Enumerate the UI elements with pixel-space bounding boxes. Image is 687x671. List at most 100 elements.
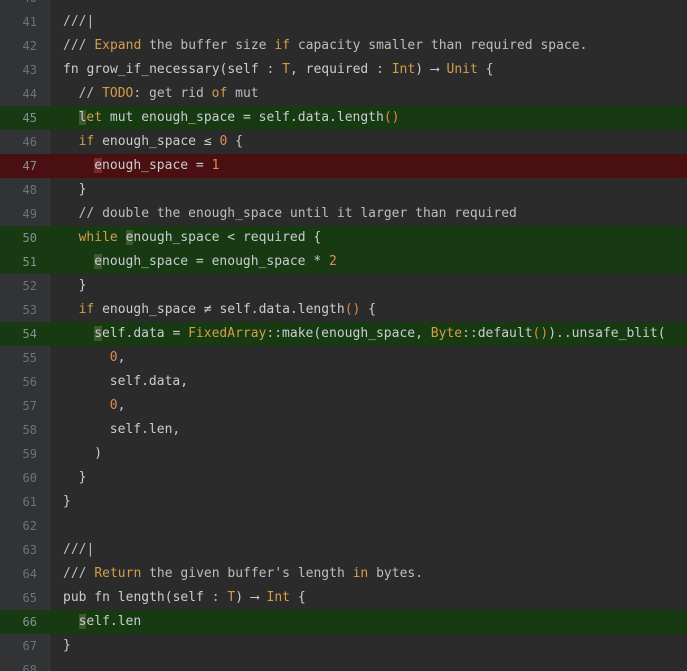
code-token: while bbox=[78, 230, 118, 245]
code-line[interactable]: 43 fn grow_if_necessary(self : T, require… bbox=[0, 58, 687, 82]
code-line[interactable]: 56 self.data, bbox=[0, 370, 687, 394]
code-token: 0 bbox=[109, 350, 118, 365]
code-line[interactable]: 50 while enough_space < required { bbox=[0, 226, 687, 250]
code-line[interactable]: 61} bbox=[0, 490, 687, 514]
code-token: enough_space ≠ self.data.length bbox=[94, 302, 345, 317]
line-number: 45 bbox=[0, 106, 49, 130]
code-token: the buffer size bbox=[141, 38, 275, 53]
line-number: 40 bbox=[0, 0, 49, 10]
code-diff-editor[interactable]: 40 41 ///| 42 /// Expand the buffer size if … bbox=[0, 0, 687, 671]
line-number: 58 bbox=[22, 423, 37, 437]
code-token: , required bbox=[289, 62, 377, 77]
code-text: /// Return the given buffer's length in … bbox=[49, 562, 423, 586]
code-line[interactable]: 49 // double the enough_space until it la… bbox=[0, 202, 687, 226]
line-number: 60 bbox=[22, 471, 37, 485]
code-token: ///| bbox=[63, 542, 95, 557]
code-line[interactable]: 57 0, bbox=[0, 394, 687, 418]
code-token: Expand bbox=[94, 38, 142, 53]
code-token: make(enough_space, bbox=[282, 326, 431, 341]
code-text: self.len, bbox=[49, 418, 180, 442]
code-line[interactable]: 48} bbox=[0, 178, 687, 202]
line-number: 67 bbox=[22, 639, 37, 653]
code-token: of bbox=[211, 86, 228, 101]
code-line[interactable]: 54 self.data = FixedArray::make(enough_sp… bbox=[0, 322, 687, 346]
code-token: ) bbox=[94, 446, 103, 461]
code-line[interactable]: 47 enough_space = 1 bbox=[0, 154, 687, 178]
code-text: } bbox=[49, 274, 87, 298]
code-text: ///| bbox=[49, 538, 94, 562]
code-text: enough_space = 1 bbox=[49, 154, 219, 178]
code-token: , bbox=[117, 398, 126, 413]
code-line[interactable]: 62 bbox=[0, 514, 687, 538]
code-token: e bbox=[94, 254, 103, 269]
code-token: the given buffer's length bbox=[141, 566, 353, 581]
line-number: 47 bbox=[0, 154, 49, 178]
code-token: : bbox=[211, 590, 220, 605]
code-token: () bbox=[344, 302, 361, 317]
code-token: s bbox=[94, 326, 103, 341]
code-token: Return bbox=[94, 566, 142, 581]
code-line[interactable]: 68 bbox=[0, 658, 687, 671]
code-line[interactable]: 52} bbox=[0, 274, 687, 298]
code-token: self.len, bbox=[109, 422, 181, 437]
code-token: /// bbox=[63, 566, 95, 581]
code-token: if bbox=[78, 134, 95, 149]
code-line[interactable]: 63 ///| bbox=[0, 538, 687, 562]
code-token: { bbox=[290, 590, 306, 605]
code-text: enough_space = enough_space * 2 bbox=[49, 250, 337, 274]
code-text: } bbox=[49, 466, 87, 490]
code-line[interactable]: 64 /// Return the given buffer's length i… bbox=[0, 562, 687, 586]
code-line[interactable]: 58 self.len, bbox=[0, 418, 687, 442]
code-lines: 40 41 ///| 42 /// Expand the buffer size if … bbox=[0, 0, 687, 671]
code-line[interactable]: 67} bbox=[0, 634, 687, 658]
code-token: et bbox=[86, 110, 103, 125]
code-token: } bbox=[63, 638, 71, 653]
code-token: FixedArray bbox=[188, 326, 267, 341]
code-line[interactable]: 41 ///| bbox=[0, 10, 687, 34]
code-line[interactable]: 40 bbox=[0, 0, 687, 10]
line-number: 57 bbox=[22, 399, 37, 413]
code-text: /// Expand the buffer size if capacity s… bbox=[49, 34, 587, 58]
code-text: self.len bbox=[49, 610, 141, 634]
code-token: TODO bbox=[102, 86, 134, 101]
code-line[interactable]: 55 0, bbox=[0, 346, 687, 370]
code-text: ///| bbox=[49, 10, 94, 34]
code-token: bytes. bbox=[368, 566, 424, 581]
code-token: : get rid bbox=[133, 86, 212, 101]
code-line[interactable]: 51 enough_space = enough_space * 2 bbox=[0, 250, 687, 274]
code-token: ///| bbox=[63, 14, 95, 29]
code-text: pub fn length(self : T) ⟶ Int { bbox=[49, 586, 306, 610]
code-token: fn grow_if_necessary(self bbox=[63, 62, 267, 77]
line-number: 42 bbox=[22, 39, 37, 53]
code-line[interactable]: 60} bbox=[0, 466, 687, 490]
code-token: Int bbox=[266, 590, 290, 605]
code-line[interactable]: 65 pub fn length(self : T) ⟶ Int { bbox=[0, 586, 687, 610]
line-number: 52 bbox=[22, 279, 37, 293]
code-line[interactable]: 46 if enough_space ≤ 0 { bbox=[0, 130, 687, 154]
line-number: 66 bbox=[0, 610, 49, 634]
code-line[interactable]: 53 if enough_space ≠ self.data.length() { bbox=[0, 298, 687, 322]
line-number: 55 bbox=[22, 351, 37, 365]
code-token: 0 bbox=[109, 398, 118, 413]
code-token: elf.data = bbox=[102, 326, 189, 341]
code-token: { bbox=[227, 134, 243, 149]
line-number: 53 bbox=[22, 303, 37, 317]
code-line[interactable]: 59) bbox=[0, 442, 687, 466]
code-line[interactable]: 66 self.len bbox=[0, 610, 687, 634]
code-token: 1 bbox=[211, 158, 220, 173]
code-line[interactable]: 42 /// Expand the buffer size if capacity… bbox=[0, 34, 687, 58]
code-token: if bbox=[274, 38, 290, 53]
code-token: } bbox=[63, 494, 71, 509]
code-text: ) bbox=[49, 442, 102, 466]
code-token: } bbox=[78, 470, 87, 485]
line-number: 44 bbox=[22, 87, 37, 101]
line-number: 54 bbox=[0, 322, 49, 346]
code-token: default bbox=[477, 326, 533, 341]
code-line[interactable]: 45 let mut enough_space = self.data.lengt… bbox=[0, 106, 687, 130]
line-number: 62 bbox=[22, 519, 37, 533]
code-token: // bbox=[78, 86, 103, 101]
code-text: if enough_space ≠ self.data.length() { bbox=[49, 298, 376, 322]
code-token: e bbox=[94, 158, 103, 173]
code-text: self.data, bbox=[49, 370, 188, 394]
code-line[interactable]: 44 // TODO: get rid of mut bbox=[0, 82, 687, 106]
